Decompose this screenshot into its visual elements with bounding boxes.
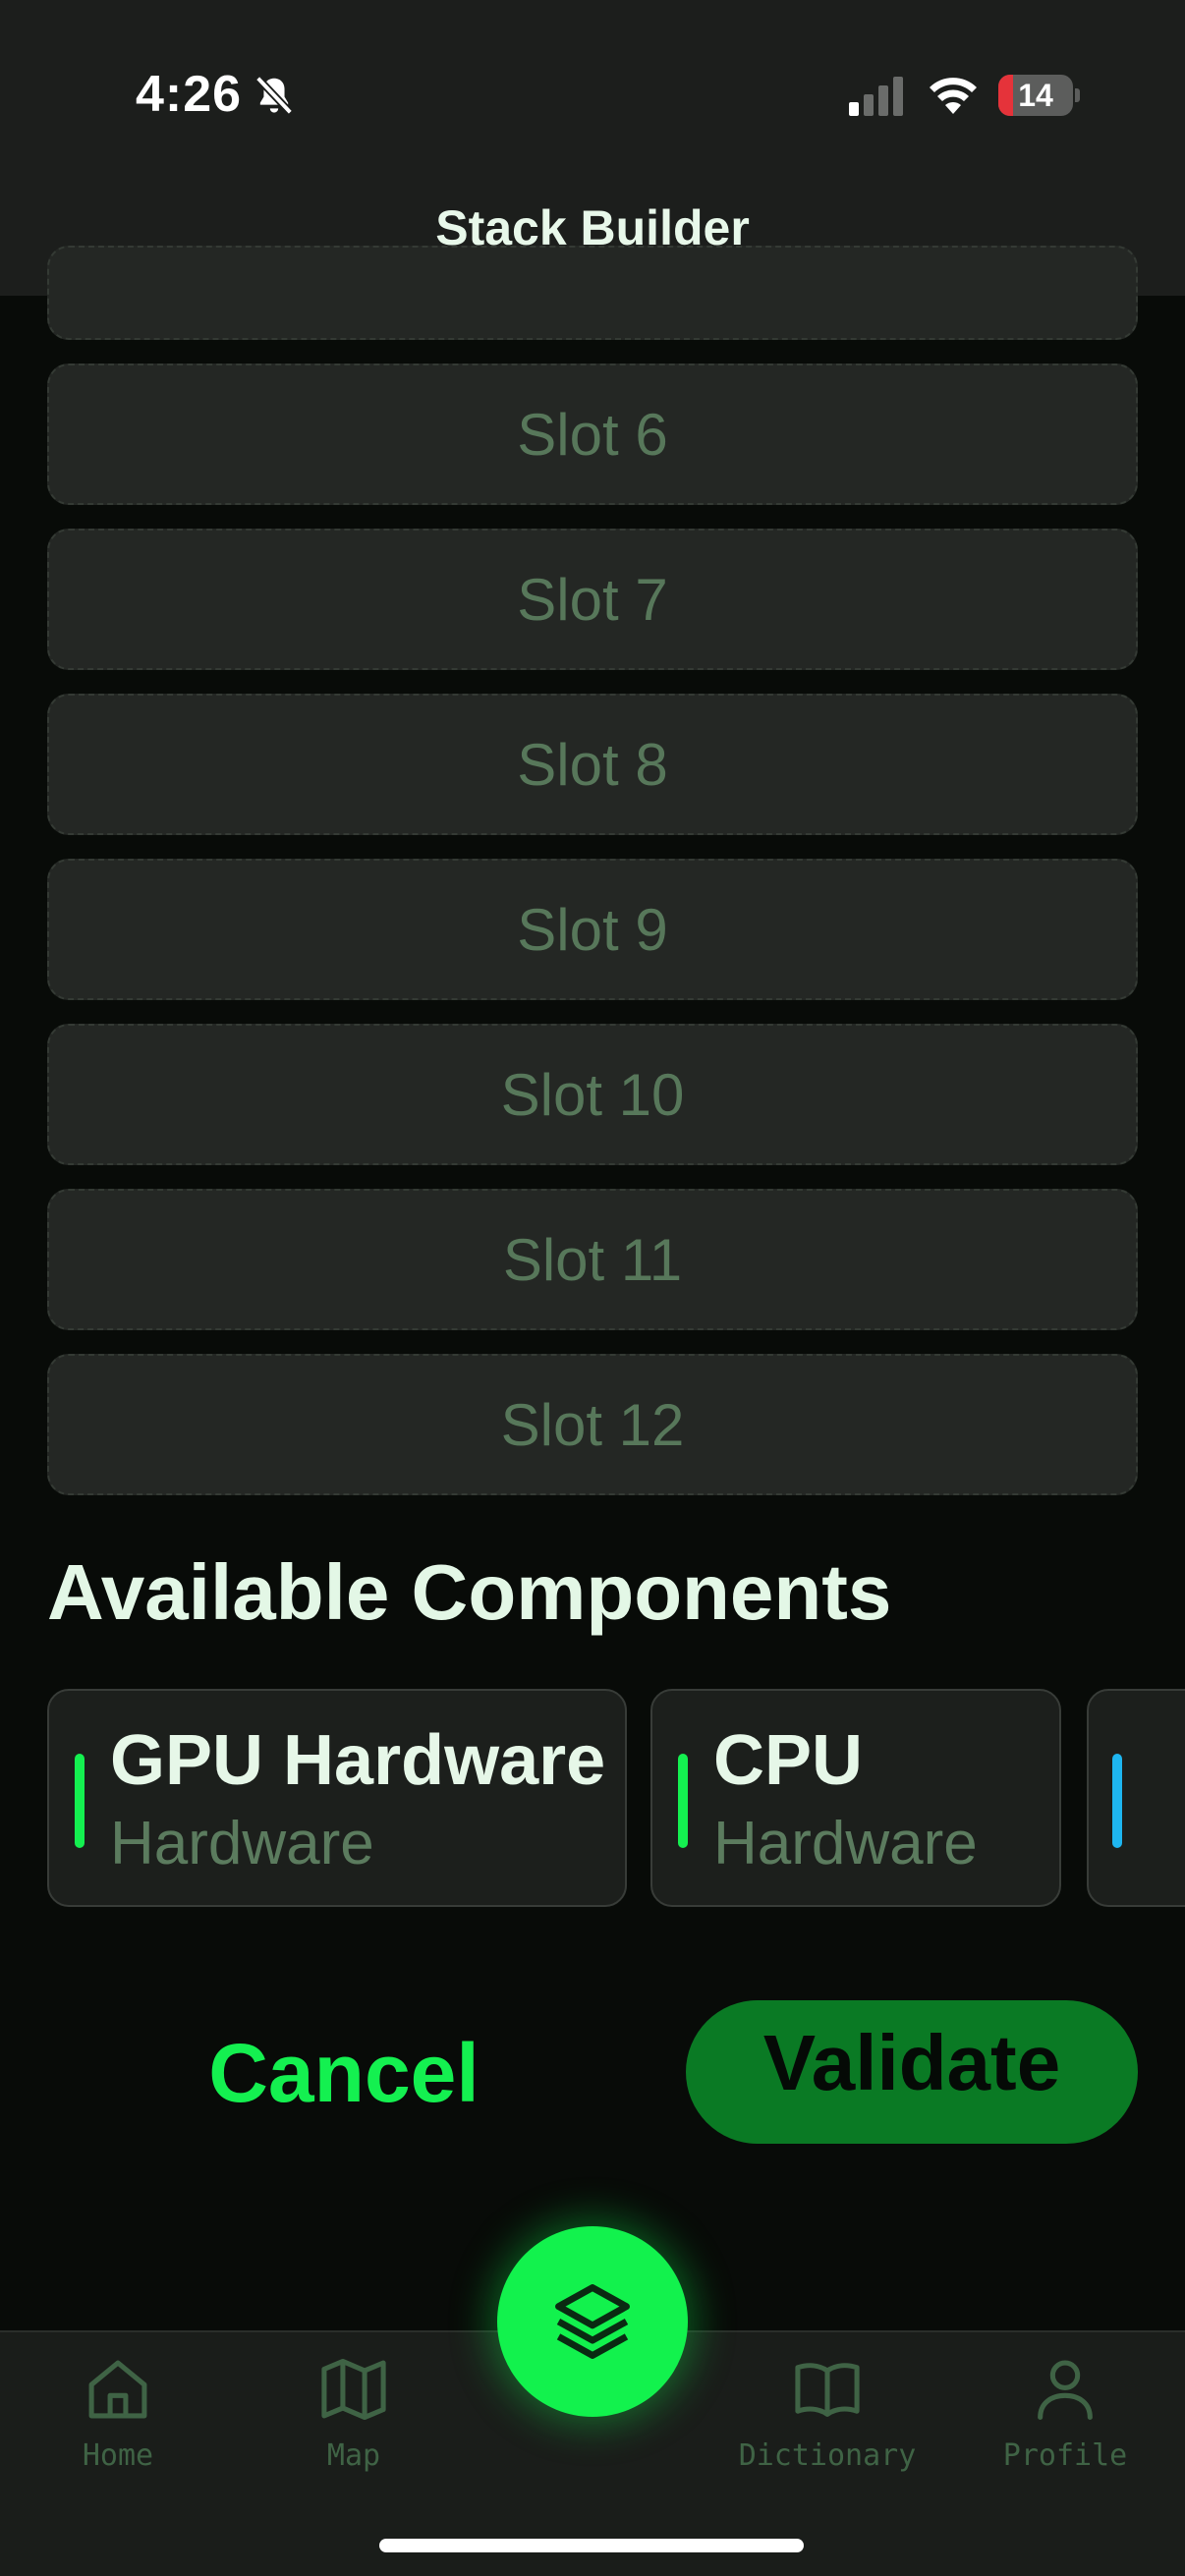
status-time: 4:26 xyxy=(136,66,243,123)
person-icon xyxy=(1038,2360,1093,2421)
battery-level-text: 14 xyxy=(1018,78,1053,113)
book-icon xyxy=(795,2363,860,2417)
home-icon xyxy=(88,2360,147,2419)
tab-label: Dictionary xyxy=(738,2438,917,2473)
tab-map[interactable]: Map xyxy=(255,2352,452,2480)
slot-label: Slot 9 xyxy=(517,896,668,963)
slot-label: Slot 11 xyxy=(502,1226,683,1293)
component-name: CPU xyxy=(713,1721,864,1800)
wifi-icon xyxy=(930,78,977,114)
slot-6[interactable]: Slot 6 xyxy=(47,364,1138,505)
slot-label: Slot 10 xyxy=(500,1061,685,1128)
component-category: Hardware xyxy=(713,1810,978,1877)
tab-label: Profile xyxy=(1002,2438,1128,2473)
tab-profile[interactable]: Profile xyxy=(967,2352,1163,2480)
tab-home[interactable]: Home xyxy=(20,2352,216,2480)
slot-9[interactable]: Slot 9 xyxy=(47,859,1138,1000)
bell-slash-icon xyxy=(254,76,294,115)
slot-8[interactable]: Slot 8 xyxy=(47,694,1138,835)
component-name: GPU Hardware xyxy=(110,1721,606,1800)
category-accent-bar xyxy=(1112,1754,1122,1848)
slot-label: Slot 7 xyxy=(517,566,668,633)
component-card-cpu[interactable]: CPU Hardware xyxy=(650,1689,1061,1907)
stack-builder-fab[interactable] xyxy=(497,2226,688,2417)
tab-label: Map xyxy=(326,2438,381,2473)
category-accent-bar xyxy=(75,1754,85,1848)
slot-11[interactable]: Slot 11 xyxy=(47,1189,1138,1330)
component-card-partial[interactable] xyxy=(1087,1689,1185,1907)
cellular-signal-icon xyxy=(849,77,903,116)
component-category: Hardware xyxy=(110,1810,374,1877)
validate-button[interactable]: Validate xyxy=(686,2000,1138,2144)
tab-dictionary[interactable]: Dictionary xyxy=(729,2352,926,2480)
battery-indicator: 14 xyxy=(998,75,1080,116)
slot-10[interactable]: Slot 10 xyxy=(47,1024,1138,1165)
tab-label: Home xyxy=(82,2438,154,2473)
slot-12[interactable]: Slot 12 xyxy=(47,1354,1138,1495)
cancel-button[interactable]: Cancel xyxy=(157,2004,531,2142)
layers-icon xyxy=(555,2284,630,2359)
slot-label: Slot 8 xyxy=(517,731,668,798)
home-indicator xyxy=(379,2539,804,2552)
component-card-gpu-hardware[interactable]: GPU Hardware Hardware xyxy=(47,1689,627,1907)
slot-7[interactable]: Slot 7 xyxy=(47,529,1138,670)
category-accent-bar xyxy=(678,1754,688,1848)
slot-5[interactable] xyxy=(47,246,1138,340)
components-carousel[interactable]: GPU Hardware Hardware CPU Hardware xyxy=(47,1689,1185,1907)
slot-label: Slot 12 xyxy=(500,1391,685,1458)
slot-label: Slot 6 xyxy=(517,401,668,468)
map-icon xyxy=(321,2358,386,2421)
section-title-available-components: Available Components xyxy=(47,1548,892,1636)
